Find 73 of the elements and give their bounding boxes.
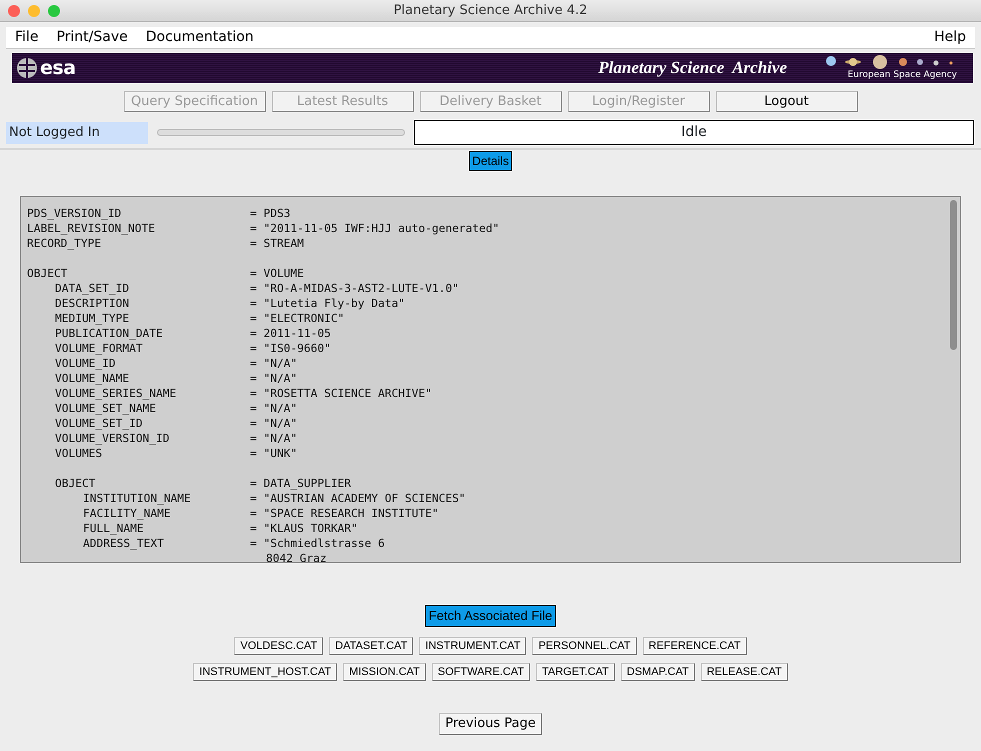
- menu-item[interactable]: File: [6, 27, 48, 48]
- file-button[interactable]: INSTRUMENT.CAT: [419, 637, 526, 655]
- file-button[interactable]: REFERENCE.CAT: [642, 637, 747, 655]
- file-button[interactable]: MISSION.CAT: [343, 663, 426, 681]
- label-value: = "2011-11-05 IWF:HJJ auto-generated": [250, 221, 500, 236]
- label-value: = 2011-11-05: [250, 326, 331, 341]
- label-value: = "IS0-9660": [250, 341, 331, 356]
- file-button[interactable]: PERSONNEL.CAT: [532, 637, 637, 655]
- label-value: = "SPACE RESEARCH INSTITUTE": [250, 506, 439, 521]
- file-button[interactable]: TARGET.CAT: [536, 663, 615, 681]
- label-key: PUBLICATION_DATE: [55, 326, 250, 341]
- label-value: = STREAM: [250, 236, 304, 251]
- minimize-button[interactable]: [28, 5, 40, 17]
- label-value: = "Lutetia Fly-by Data": [250, 296, 405, 311]
- label-key: VOLUME_NAME: [55, 371, 250, 386]
- label-key: OBJECT: [55, 476, 250, 491]
- globe-icon: [16, 57, 38, 79]
- label-value: = "AUSTRIAN ACADEMY OF SCIENCES": [250, 491, 466, 506]
- menu-item[interactable]: Print/Save: [47, 27, 137, 48]
- menu-item[interactable]: Help: [925, 27, 975, 48]
- nav-button[interactable]: Logout: [716, 91, 858, 112]
- label-key: VOLUME_FORMAT: [55, 341, 250, 356]
- label-key: VOLUMES: [55, 446, 250, 461]
- close-button[interactable]: [8, 5, 20, 17]
- label-value: = "KLAUS TORKAR": [250, 521, 358, 536]
- banner-title: Planetary Science Archive: [598, 57, 787, 80]
- label-key: FACILITY_NAME: [83, 506, 250, 521]
- file-button[interactable]: VOLDESC.CAT: [234, 637, 324, 655]
- window-title: Planetary Science Archive 4.2: [394, 2, 588, 20]
- fetch-button[interactable]: Fetch Associated File: [424, 605, 556, 627]
- label-value: = DATA_SUPPLIER: [250, 476, 352, 491]
- label-value: = "RO-A-MIDAS-3-AST2-LUTE-V1.0": [250, 281, 459, 296]
- label-key: OBJECT: [27, 266, 250, 281]
- label-value: = "N/A": [250, 356, 298, 371]
- file-button[interactable]: SOFTWARE.CAT: [432, 663, 530, 681]
- label-value: = "N/A": [250, 431, 298, 446]
- label-key: FULL_NAME: [83, 521, 250, 536]
- label-value: = PDS3: [250, 206, 290, 221]
- login-status: Not Logged In: [6, 122, 148, 144]
- label-key: RECORD_TYPE: [27, 236, 250, 251]
- logo-text: esa: [40, 56, 76, 81]
- file-button[interactable]: RELEASE.CAT: [700, 663, 788, 681]
- label-key: VOLUME_VERSION_ID: [55, 431, 250, 446]
- label-value: = "ROSETTA SCIENCE ARCHIVE": [250, 386, 432, 401]
- zoom-button[interactable]: [48, 5, 60, 17]
- label-key: VOLUME_SET_NAME: [55, 401, 250, 416]
- label-key: INSTITUTION_NAME: [83, 491, 250, 506]
- label-key: DESCRIPTION: [55, 296, 250, 311]
- file-button[interactable]: DSMAP.CAT: [620, 663, 695, 681]
- label-value: = "Schmiedlstrasse 6: [250, 536, 385, 551]
- label-key: LABEL_REVISION_NOTE: [27, 221, 250, 236]
- file-button[interactable]: INSTRUMENT_HOST.CAT: [193, 663, 338, 681]
- previous-page-button[interactable]: Previous Page: [439, 713, 542, 735]
- label-value: = VOLUME: [250, 266, 304, 281]
- label-key: PDS_VERSION_ID: [27, 206, 250, 221]
- label-key: DATA_SET_ID: [55, 281, 250, 296]
- label-key: VOLUME_SERIES_NAME: [55, 386, 250, 401]
- label-value: = "N/A": [250, 416, 298, 431]
- scrollbar-thumb[interactable]: [950, 200, 956, 350]
- label-key: ADDRESS_TEXT: [83, 536, 250, 551]
- label-value: = "ELECTRONIC": [250, 311, 344, 326]
- file-button[interactable]: DATASET.CAT: [329, 637, 414, 655]
- label-key: MEDIUM_TYPE: [55, 311, 250, 326]
- label-value: 8042 Graz: [266, 551, 327, 562]
- menu-item[interactable]: Documentation: [136, 27, 263, 48]
- agency-name: European Space Agency: [848, 68, 957, 82]
- label-key: VOLUME_ID: [55, 356, 250, 371]
- label-value: = "UNK": [250, 446, 298, 461]
- details-button[interactable]: Details: [469, 151, 512, 171]
- label-value: = "N/A": [250, 401, 298, 416]
- label-key: VOLUME_SET_ID: [55, 416, 250, 431]
- label-value: = "N/A": [250, 371, 298, 386]
- status-field: Idle: [414, 120, 974, 145]
